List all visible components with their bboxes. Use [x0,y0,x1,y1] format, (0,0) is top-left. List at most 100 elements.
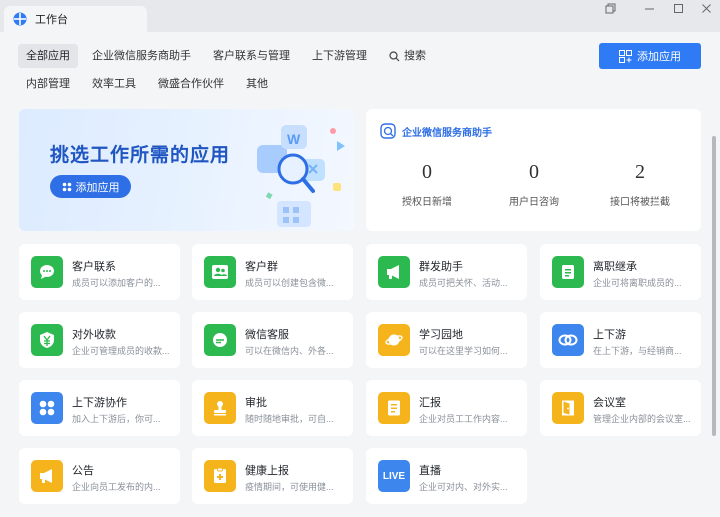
app-desc: 随时随地审批，可自... [245,414,334,424]
nav-internal-management[interactable]: 内部管理 [18,72,78,96]
app-desc: 可以在微信内、外各... [245,346,334,356]
app-name: 微信客服 [245,329,289,341]
assistant-title: 企业微信服务商助手 [402,127,492,139]
app-desc: 企业向员工发布的内... [72,482,161,492]
banner-illustration: W [257,125,345,227]
window-tab-title: 工作台 [35,14,68,26]
app-name: 公告 [72,465,94,477]
stamp-icon [204,392,236,424]
report-icon [378,392,410,424]
app-card-wechat-service[interactable]: 微信客服 可以在微信内、外各... [192,312,353,368]
app-card-mass-send[interactable]: 群发助手 成员可把关怀、活动... [366,244,527,300]
health-plus-icon [204,460,236,492]
search-button[interactable]: 搜索 [381,44,434,68]
nav-customer-management[interactable]: 客户联系与管理 [205,44,298,68]
category-nav-row-1: 全部应用 企业微信服务商助手 客户联系与管理 上下游管理 搜索 [18,44,434,68]
nav-supply-chain[interactable]: 上下游管理 [304,44,375,68]
stat-value: 2 [635,161,645,183]
app-card-learning-garden[interactable]: 学习园地 可以在这里学习如何... [366,312,527,368]
workbench-logo-icon [13,12,27,26]
pick-apps-banner: 挑选工作所需的应用 添加应用 W [19,109,354,231]
app-card-customer-group[interactable]: 客户群 成员可以创建包含微... [192,244,353,300]
search-label: 搜索 [404,50,426,62]
banner-add-app-button[interactable]: 添加应用 [50,175,131,198]
planet-icon [378,324,410,356]
category-nav-row-2: 内部管理 效率工具 微盛合作伙伴 其他 [18,72,276,96]
live-icon: LIVE [378,460,410,492]
app-name: 群发助手 [419,261,463,273]
app-card-health-report[interactable]: 健康上报 疫情期间，可使用健... [192,448,353,504]
app-desc: 企业可对内、对外实... [419,482,508,492]
app-desc: 成员可以添加客户的... [72,278,161,288]
service-chat-icon [204,324,236,356]
app-name: 上下游协作 [72,397,127,409]
stat-label: 接口将被拦截 [610,197,670,208]
minimize-icon[interactable] [641,3,657,19]
app-name: 审批 [245,397,267,409]
close-icon[interactable] [698,3,714,19]
banner-button-label: 添加应用 [75,181,120,194]
app-desc: 加入上下游后，你可... [72,414,161,424]
app-card-meeting-room[interactable]: 会议室 管理企业内部的会议室... [540,380,701,436]
announcement-icon [31,460,63,492]
add-app-label: 添加应用 [637,51,681,63]
window-tab[interactable]: 工作台 [4,6,147,32]
app-desc: 在上下游，与经销商... [593,346,682,356]
app-desc: 企业可管理成员的收款... [72,346,170,356]
apps-dots-icon [62,182,71,191]
add-app-button[interactable]: 添加应用 [599,43,701,69]
app-card-customer-contact[interactable]: 客户联系 成员可以添加客户的... [19,244,180,300]
workbench-main: 全部应用 企业微信服务商助手 客户联系与管理 上下游管理 搜索 内部管理 效率工… [0,32,720,517]
app-desc: 成员可把关怀、活动... [419,278,508,288]
maximize-icon[interactable] [670,3,686,19]
nav-all-apps[interactable]: 全部应用 [18,44,78,68]
app-card-external-payment[interactable]: 对外收款 企业可管理成员的收款... [19,312,180,368]
stat-user-inquiries: 0 用户日咨询 [484,161,584,208]
app-desc: 疫情期间，可使用健... [245,482,334,492]
search-icon [389,50,400,61]
nav-other[interactable]: 其他 [238,72,276,96]
app-card-live-stream[interactable]: LIVE 直播 企业可对内、对外实... [366,448,527,504]
document-transfer-icon [552,256,584,288]
stat-label: 用户日咨询 [509,197,559,208]
app-name: 会议室 [593,397,626,409]
app-desc: 管理企业内部的会议室... [593,414,691,424]
vertical-scrollbar[interactable] [712,136,716,436]
app-desc: 可以在这里学习如何... [419,346,508,356]
app-card-resignation-inherit[interactable]: 离职继承 企业可将离职成员的... [540,244,701,300]
group-people-icon [204,256,236,288]
app-name: 健康上报 [245,465,289,477]
restore-window-icon[interactable] [602,3,618,19]
banner-title: 挑选工作所需的应用 [50,145,231,166]
nav-service-assistant[interactable]: 企业微信服务商助手 [84,44,199,68]
stat-label: 授权日新增 [402,197,452,208]
app-card-report[interactable]: 汇报 企业对员工工作内容... [366,380,527,436]
app-name: 离职继承 [593,261,637,273]
stat-auth-new: 0 授权日新增 [377,161,477,208]
add-app-icon [619,49,632,63]
app-card-announcement[interactable]: 公告 企业向员工发布的内... [19,448,180,504]
title-bar: 工作台 [0,0,720,32]
grid-dots-icon [31,392,63,424]
stat-api-blocked: 2 接口将被拦截 [590,161,690,208]
assistant-header: 企业微信服务商助手 [380,123,492,139]
app-name: 汇报 [419,397,441,409]
service-assistant-panel[interactable]: 企业微信服务商助手 0 授权日新增 0 用户日咨询 2 接口将被拦截 [366,109,701,231]
chat-bubble-icon [31,256,63,288]
app-name: 上下游 [593,329,626,341]
yuan-shield-icon [31,324,63,356]
svg-text:W: W [287,131,301,147]
app-name: 学习园地 [419,329,463,341]
door-icon [552,392,584,424]
app-card-upstream-downstream[interactable]: 上下游 在上下游，与经销商... [540,312,701,368]
nav-partners[interactable]: 微盛合作伙伴 [150,72,232,96]
app-name: 对外收款 [72,329,116,341]
app-desc: 成员可以创建包含微... [245,278,334,288]
app-card-approval[interactable]: 审批 随时随地审批，可自... [192,380,353,436]
app-card-supply-collab[interactable]: 上下游协作 加入上下游后，你可... [19,380,180,436]
app-desc: 企业可将离职成员的... [593,278,682,288]
nav-efficiency-tools[interactable]: 效率工具 [84,72,144,96]
assistant-chat-icon [380,123,396,139]
app-name: 直播 [419,465,441,477]
live-badge-text: LIVE [382,470,406,482]
